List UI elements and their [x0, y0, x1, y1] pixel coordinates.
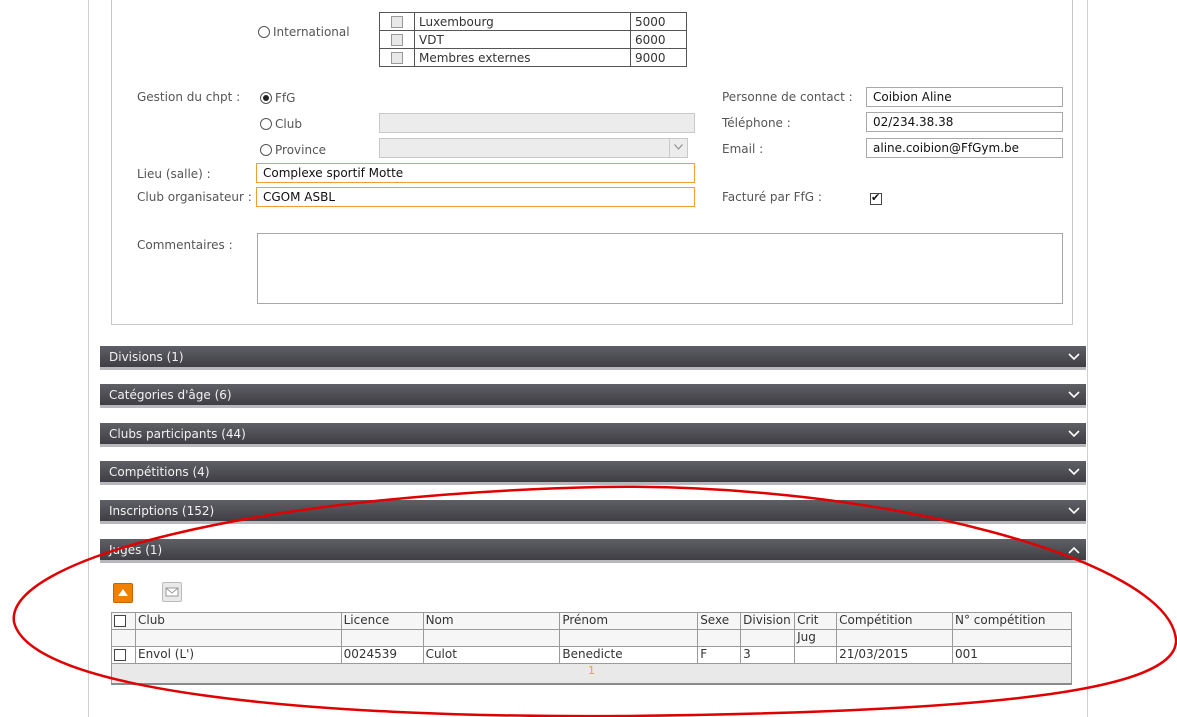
- gestion-label: Gestion du chpt :: [137, 90, 241, 104]
- region-name: Membres externes: [414, 48, 631, 67]
- radio-ffg-label: FfG: [275, 90, 296, 105]
- row-checkbox[interactable]: [114, 648, 126, 661]
- cell-club: Envol (L'): [134, 646, 342, 664]
- cell-licence: 0024539: [340, 646, 424, 664]
- radio-province[interactable]: Province: [260, 142, 326, 157]
- checkmark-icon[interactable]: [870, 191, 882, 205]
- region-checkbox[interactable]: [391, 34, 403, 46]
- province-select[interactable]: [379, 138, 688, 158]
- col-club[interactable]: Club: [134, 612, 342, 630]
- lieu-label: Lieu (salle) :: [137, 167, 211, 181]
- chevron-down-icon[interactable]: [1068, 461, 1080, 483]
- email-input[interactable]: aline.coibion@FfGym.be: [866, 138, 1063, 158]
- radio-international-label: International: [273, 24, 350, 39]
- radio-circle-icon[interactable]: [258, 25, 270, 38]
- col-licence[interactable]: Licence: [340, 612, 424, 630]
- radio-province-label: Province: [275, 142, 327, 157]
- section-juges[interactable]: Juges (1): [100, 539, 1086, 563]
- commentaires-textarea[interactable]: [257, 233, 1063, 304]
- cell-division: 3: [740, 646, 796, 664]
- col-num-competition[interactable]: N° compétition: [952, 612, 1072, 630]
- radio-club-label: Club: [275, 116, 302, 131]
- section-clubs-label: Clubs participants (44): [109, 427, 246, 441]
- radio-checked-icon[interactable]: [260, 91, 272, 104]
- pager-row: 1: [111, 663, 1072, 685]
- chevron-up-icon[interactable]: [1068, 539, 1080, 561]
- region-name: Luxembourg: [414, 12, 631, 31]
- judges-header-row: Club Licence Nom Prénom Sexe Division Cr…: [111, 612, 1072, 630]
- section-inscriptions-label: Inscriptions (152): [109, 504, 215, 518]
- judges-header-row-2: Jug: [111, 629, 1072, 647]
- radio-circle-icon[interactable]: [260, 117, 272, 130]
- section-inscriptions[interactable]: Inscriptions (152): [100, 500, 1086, 524]
- section-juges-label: Juges (1): [109, 543, 163, 557]
- chevron-down-icon[interactable]: [1068, 500, 1080, 522]
- section-competitions-label: Compétitions (4): [109, 465, 210, 479]
- region-code: 9000: [630, 48, 687, 67]
- col-sexe[interactable]: Sexe: [697, 612, 742, 630]
- radio-club[interactable]: Club: [260, 116, 302, 131]
- cell-crit: [794, 646, 838, 664]
- col-competition[interactable]: Compétition: [836, 612, 953, 630]
- col-prenom[interactable]: Prénom: [559, 612, 699, 630]
- radio-ffg[interactable]: FfG: [260, 90, 295, 105]
- cell-nom: Culot: [422, 646, 561, 664]
- region-name: VDT: [414, 30, 631, 49]
- email-label: Email :: [722, 142, 764, 156]
- cell-competition: 21/03/2015: [836, 646, 953, 664]
- contact-label: Personne de contact :: [722, 90, 853, 104]
- section-divisions[interactable]: Divisions (1): [100, 346, 1086, 370]
- club-organisateur-label: Club organisateur :: [137, 190, 252, 204]
- radio-circle-icon[interactable]: [260, 143, 272, 156]
- club-organisateur-input[interactable]: CGOM ASBL: [256, 187, 695, 207]
- region-table: Luxembourg 5000 VDT 6000 Membres externe…: [379, 12, 687, 67]
- col-crit[interactable]: Crit: [794, 612, 838, 630]
- col-crit-line2: Jug: [794, 629, 838, 647]
- chevron-down-icon[interactable]: [1068, 384, 1080, 406]
- select-all-cell: [111, 612, 136, 630]
- region-row: Membres externes 9000: [379, 48, 687, 67]
- chevron-down-icon[interactable]: [1068, 423, 1080, 445]
- contact-input[interactable]: Coibion Aline: [866, 87, 1063, 107]
- chevron-down-icon[interactable]: [1068, 346, 1080, 368]
- section-competitions[interactable]: Compétitions (4): [100, 461, 1086, 485]
- region-checkbox[interactable]: [391, 52, 403, 64]
- table-row[interactable]: Envol (L') 0024539 Culot Benedicte F 3 2…: [111, 646, 1072, 664]
- pager-page-link[interactable]: 1: [111, 663, 1072, 685]
- telephone-input[interactable]: 02/234.38.38: [866, 112, 1063, 132]
- region-checkbox[interactable]: [391, 16, 403, 28]
- mail-icon[interactable]: [162, 582, 182, 602]
- facture-checkbox[interactable]: [870, 191, 882, 205]
- telephone-label: Téléphone :: [722, 116, 791, 130]
- section-categories-label: Catégories d'âge (6): [109, 388, 232, 402]
- club-input[interactable]: [379, 113, 695, 133]
- region-code: 5000: [630, 12, 687, 31]
- cell-sexe: F: [697, 646, 742, 664]
- upload-icon[interactable]: [113, 583, 133, 603]
- chevron-down-icon[interactable]: [669, 139, 687, 157]
- region-code: 6000: [630, 30, 687, 49]
- radio-international[interactable]: International: [258, 24, 350, 39]
- section-clubs[interactable]: Clubs participants (44): [100, 423, 1086, 447]
- judges-table: Club Licence Nom Prénom Sexe Division Cr…: [111, 612, 1072, 685]
- section-categories[interactable]: Catégories d'âge (6): [100, 384, 1086, 408]
- cell-num-competition: 001: [952, 646, 1072, 664]
- cell-prenom: Benedicte: [559, 646, 699, 664]
- facture-label: Facturé par FfG :: [722, 190, 822, 204]
- section-divisions-label: Divisions (1): [109, 350, 184, 364]
- col-division[interactable]: Division: [740, 612, 796, 630]
- region-row: VDT 6000: [379, 30, 687, 49]
- select-all-checkbox[interactable]: [114, 614, 126, 627]
- commentaires-label: Commentaires :: [137, 238, 233, 252]
- lieu-input[interactable]: Complexe sportif Motte: [256, 163, 695, 183]
- col-nom[interactable]: Nom: [422, 612, 561, 630]
- region-row: Luxembourg 5000: [379, 12, 687, 31]
